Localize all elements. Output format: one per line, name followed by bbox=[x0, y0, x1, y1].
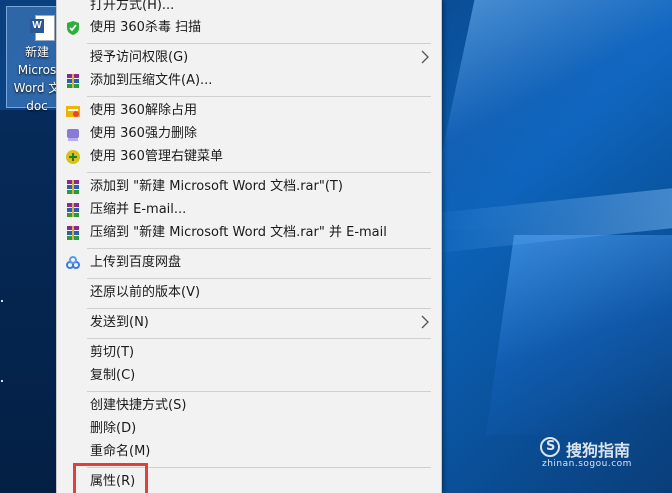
wallpaper-shadow bbox=[0, 110, 60, 493]
menu-item-360-unlock[interactable]: 使用 360解除占用 bbox=[57, 100, 441, 122]
menu-item-delete[interactable]: 删除(D) bbox=[57, 418, 441, 440]
desktop-dot bbox=[1, 300, 3, 302]
winrar-icon bbox=[67, 180, 79, 194]
plus-circle-icon bbox=[66, 150, 80, 164]
winrar-icon bbox=[67, 226, 79, 240]
menu-item-label: 使用 360解除占用 bbox=[90, 103, 197, 118]
menu-item-label: 添加到压缩文件(A)... bbox=[90, 73, 213, 88]
menu-item-label: 还原以前的版本(V) bbox=[90, 285, 201, 300]
menu-item-add-to-archive[interactable]: 添加到压缩文件(A)... bbox=[57, 70, 441, 92]
chevron-right-icon bbox=[421, 315, 429, 329]
winrar-icon bbox=[67, 203, 79, 217]
word-document-icon bbox=[30, 15, 55, 41]
menu-item-label: 重命名(M) bbox=[90, 444, 151, 459]
menu-item-label: 删除(D) bbox=[90, 421, 137, 436]
menu-item-label: 压缩到 "新建 Microsoft Word 文档.rar" 并 E-mail bbox=[90, 225, 387, 240]
menu-item-label: 上传到百度网盘 bbox=[90, 255, 182, 270]
menu-item-compress-email[interactable]: 压缩并 E-mail... bbox=[57, 199, 441, 221]
menu-separator bbox=[87, 338, 431, 339]
menu-item-label: 创建快捷方式(S) bbox=[90, 398, 187, 413]
annotation-highlight-box bbox=[73, 463, 148, 493]
menu-separator bbox=[87, 391, 431, 392]
menu-item-label: 使用 360管理右键菜单 bbox=[90, 149, 223, 164]
menu-item-label: 剪切(T) bbox=[90, 345, 135, 360]
menu-item-baidu-upload[interactable]: 上传到百度网盘 bbox=[57, 252, 441, 274]
menu-item-360-scan[interactable]: 使用 360杀毒 扫描 bbox=[57, 17, 441, 39]
menu-item-open-with[interactable]: 打开方式(H)... bbox=[57, 0, 441, 17]
menu-item-cut[interactable]: 剪切(T) bbox=[57, 342, 441, 364]
baidu-cloud-icon bbox=[66, 256, 80, 269]
menu-separator bbox=[87, 172, 431, 173]
menu-item-send-to[interactable]: 发送到(N) bbox=[57, 312, 441, 334]
menu-separator bbox=[87, 248, 431, 249]
chevron-right-icon bbox=[421, 50, 429, 64]
menu-item-compress-to-rar-email[interactable]: 压缩到 "新建 Microsoft Word 文档.rar" 并 E-mail bbox=[57, 222, 441, 244]
context-menu: 打开方式(H)... 使用 360杀毒 扫描 授予访问权限(G) 添加到压缩文件… bbox=[56, 0, 442, 493]
winrar-icon bbox=[67, 74, 79, 88]
menu-item-label: 授予访问权限(G) bbox=[90, 50, 189, 65]
menu-separator bbox=[87, 96, 431, 97]
desktop-dot bbox=[1, 380, 3, 382]
menu-separator bbox=[87, 278, 431, 279]
menu-item-label: 使用 360杀毒 扫描 bbox=[90, 20, 202, 35]
menu-item-restore-versions[interactable]: 还原以前的版本(V) bbox=[57, 282, 441, 304]
menu-item-grant-access[interactable]: 授予访问权限(G) bbox=[57, 47, 441, 69]
menu-separator bbox=[87, 308, 431, 309]
menu-item-rename[interactable]: 重命名(M) bbox=[57, 441, 441, 463]
sogou-logo-icon bbox=[540, 437, 560, 457]
shield-icon bbox=[67, 21, 79, 35]
watermark-brand: 搜狗指南 bbox=[566, 441, 631, 460]
menu-item-label: 发送到(N) bbox=[90, 315, 149, 330]
menu-item-create-shortcut[interactable]: 创建快捷方式(S) bbox=[57, 395, 441, 417]
menu-item-360-force-delete[interactable]: 使用 360强力删除 bbox=[57, 123, 441, 145]
wallpaper-light-beam bbox=[485, 235, 672, 435]
menu-item-label: 复制(C) bbox=[90, 368, 136, 383]
shred-icon bbox=[67, 129, 79, 141]
desktop-file-icon[interactable]: 新建 Micros Word 文 doc bbox=[6, 6, 60, 113]
menu-item-copy[interactable]: 复制(C) bbox=[57, 365, 441, 387]
menu-item-add-to-rar[interactable]: 添加到 "新建 Microsoft Word 文档.rar"(T) bbox=[57, 176, 441, 198]
menu-item-label: 使用 360强力删除 bbox=[90, 126, 197, 141]
unlock-icon bbox=[66, 106, 80, 117]
watermark-url: zhinan.sogou.com bbox=[542, 459, 632, 469]
menu-separator bbox=[87, 43, 431, 44]
menu-item-label: 添加到 "新建 Microsoft Word 文档.rar"(T) bbox=[90, 179, 343, 194]
menu-item-360-manage-menu[interactable]: 使用 360管理右键菜单 bbox=[57, 146, 441, 168]
menu-item-label: 打开方式(H)... bbox=[90, 0, 175, 13]
menu-item-label: 压缩并 E-mail... bbox=[90, 202, 187, 217]
